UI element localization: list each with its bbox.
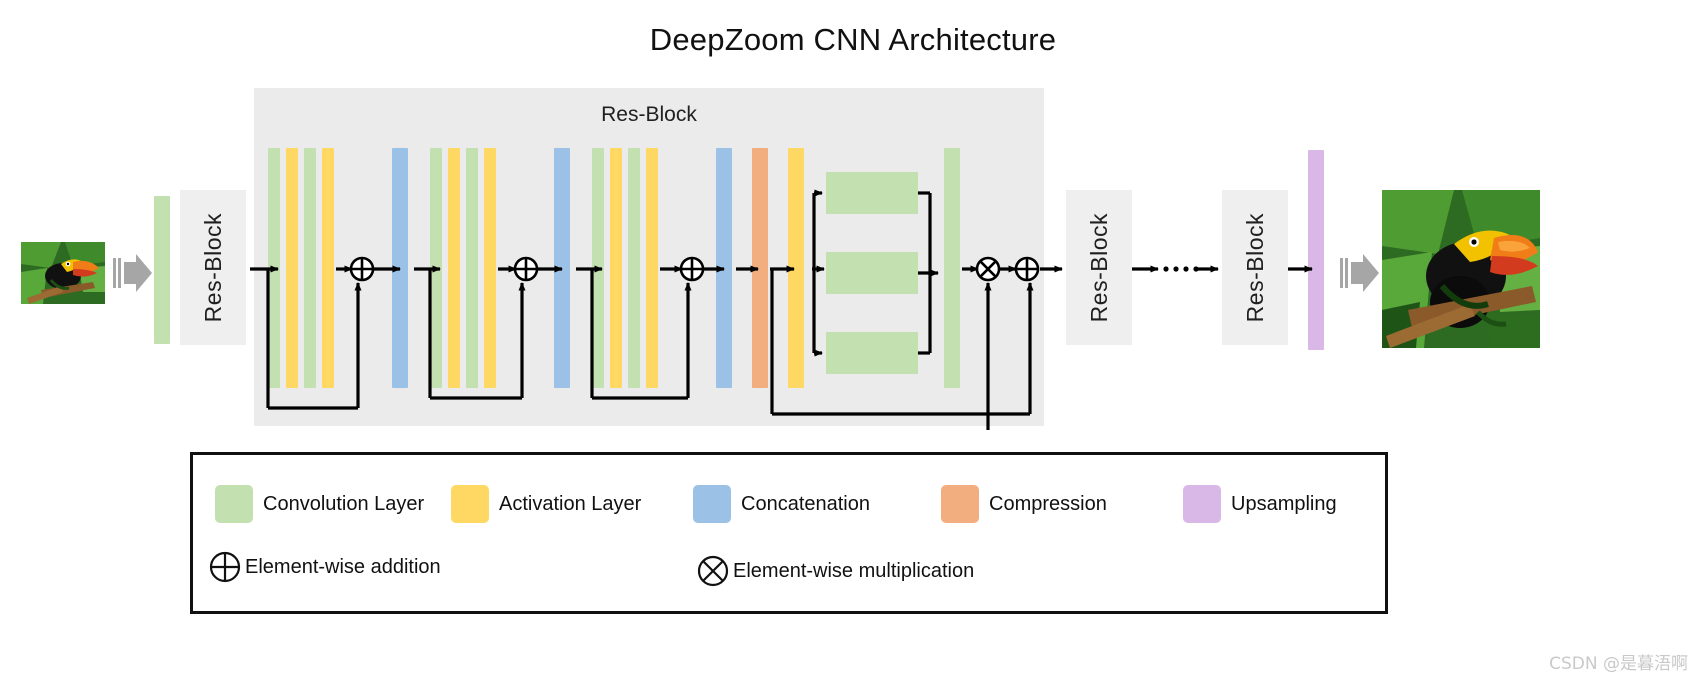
ellipsis-dots (1163, 266, 1199, 272)
legend-label-multiplication: Element-wise multiplication (733, 560, 975, 582)
diagram-canvas: DeepZoom CNN Architecture Res-Block Res-… (0, 0, 1706, 682)
legend-panel: Convolution Layer Activation Layer Conca… (190, 452, 1388, 614)
legend-operator-icons (209, 551, 729, 587)
legend-label-addition: Element-wise addition (245, 556, 441, 578)
watermark: CSDN @是暮浯啊 (1549, 654, 1688, 674)
